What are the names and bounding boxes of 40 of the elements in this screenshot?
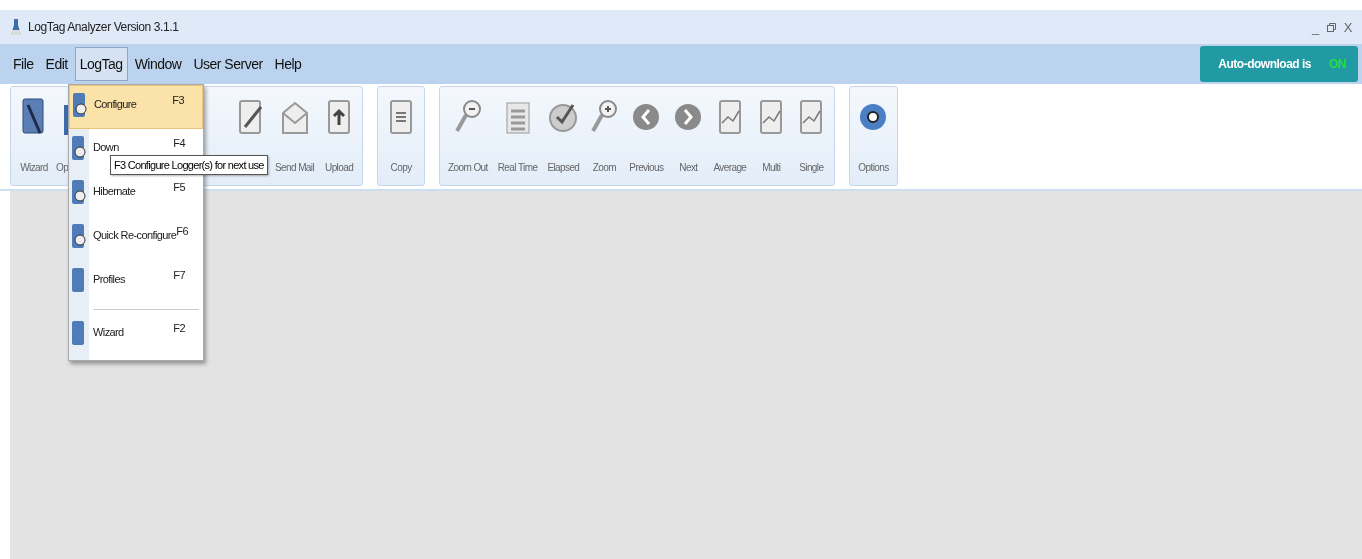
- toolbar-label: Real Time: [497, 162, 538, 173]
- restore-icon[interactable]: [1326, 22, 1336, 32]
- shortcut-label: F4: [173, 136, 185, 149]
- toolbar-label: Multi: [762, 162, 781, 173]
- tooltip: F3 Configure Logger(s) for next use: [110, 155, 268, 175]
- menu-item[interactable]: Edit: [40, 48, 73, 80]
- menu-item[interactable]: File: [8, 48, 39, 80]
- toolbar-label: Send Mail: [275, 162, 315, 173]
- menu-option[interactable]: Hibernate F5: [69, 173, 203, 217]
- menu-item[interactable]: User Server: [188, 48, 268, 80]
- menu-option[interactable]: Configure F3: [69, 85, 203, 129]
- shortcut-label: F6: [176, 224, 188, 237]
- menu-item[interactable]: Window: [129, 48, 187, 80]
- shortcut-label: F3: [172, 93, 184, 106]
- toolbar-label: Single: [799, 162, 824, 173]
- toolbar-label: Elapsed: [547, 162, 580, 173]
- shortcut-label: F5: [173, 180, 185, 193]
- toolbar-label: Options: [858, 162, 889, 173]
- menu-option[interactable]: Wizard F2: [69, 314, 203, 358]
- menu-option[interactable]: Quick Re-configureF6: [69, 217, 203, 261]
- minimize-button[interactable]: _: [1311, 19, 1319, 35]
- auto-download-state: ON: [1329, 57, 1346, 71]
- toolbar-label: Op: [56, 162, 69, 173]
- menu-item[interactable]: LogTag: [74, 47, 128, 81]
- toolbar-label: Next: [679, 162, 698, 173]
- window-title: LogTag Analyzer Version 3.1.1: [28, 20, 179, 34]
- flask-icon: [10, 18, 22, 36]
- toolbar-label: Wizard: [20, 162, 48, 173]
- toolbar-label: Zoom Out: [448, 162, 488, 173]
- toolbar-label: Zoom: [592, 162, 616, 173]
- shortcut-label: F2: [173, 321, 185, 334]
- toolbar-label: Copy: [390, 162, 412, 173]
- auto-download-label: Auto-download is: [1218, 57, 1311, 71]
- toolbar-label: Average: [713, 162, 747, 173]
- toolbar-label: Previous: [629, 162, 664, 173]
- menu-option[interactable]: Profiles F7: [69, 261, 203, 305]
- toolbar-label: Upload: [325, 162, 354, 173]
- close-button[interactable]: X: [1343, 19, 1352, 35]
- shortcut-label: F7: [173, 268, 185, 281]
- menu-item[interactable]: Help: [269, 48, 307, 80]
